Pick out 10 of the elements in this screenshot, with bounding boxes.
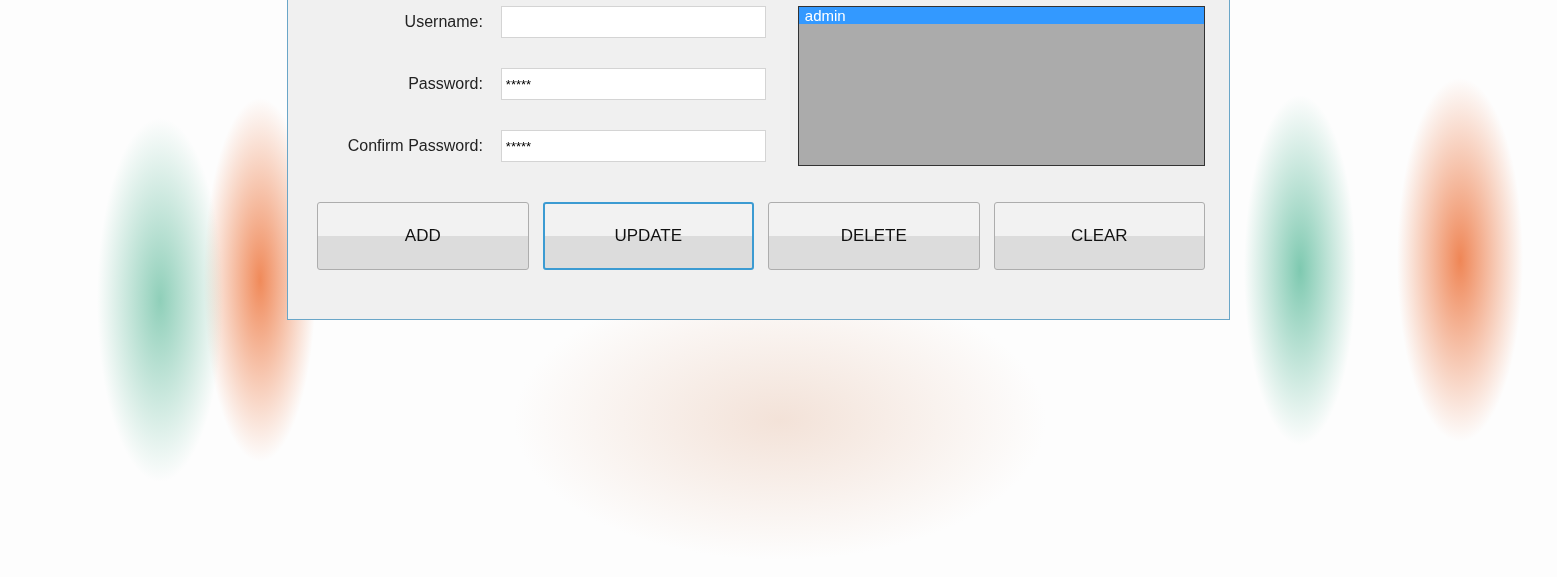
- field-label: Confirm Password:: [347, 137, 483, 155]
- action-button[interactable]: ADD: [317, 202, 529, 270]
- action-button[interactable]: CLEAR: [993, 202, 1205, 270]
- action-button[interactable]: UPDATE: [542, 202, 754, 270]
- input-field[interactable]: [500, 6, 766, 38]
- field-label: Password:: [408, 75, 483, 93]
- action-button[interactable]: DELETE: [768, 202, 980, 270]
- field-label: Username:: [404, 13, 483, 31]
- input-field[interactable]: *****: [500, 130, 766, 162]
- input-field[interactable]: *****: [500, 68, 766, 100]
